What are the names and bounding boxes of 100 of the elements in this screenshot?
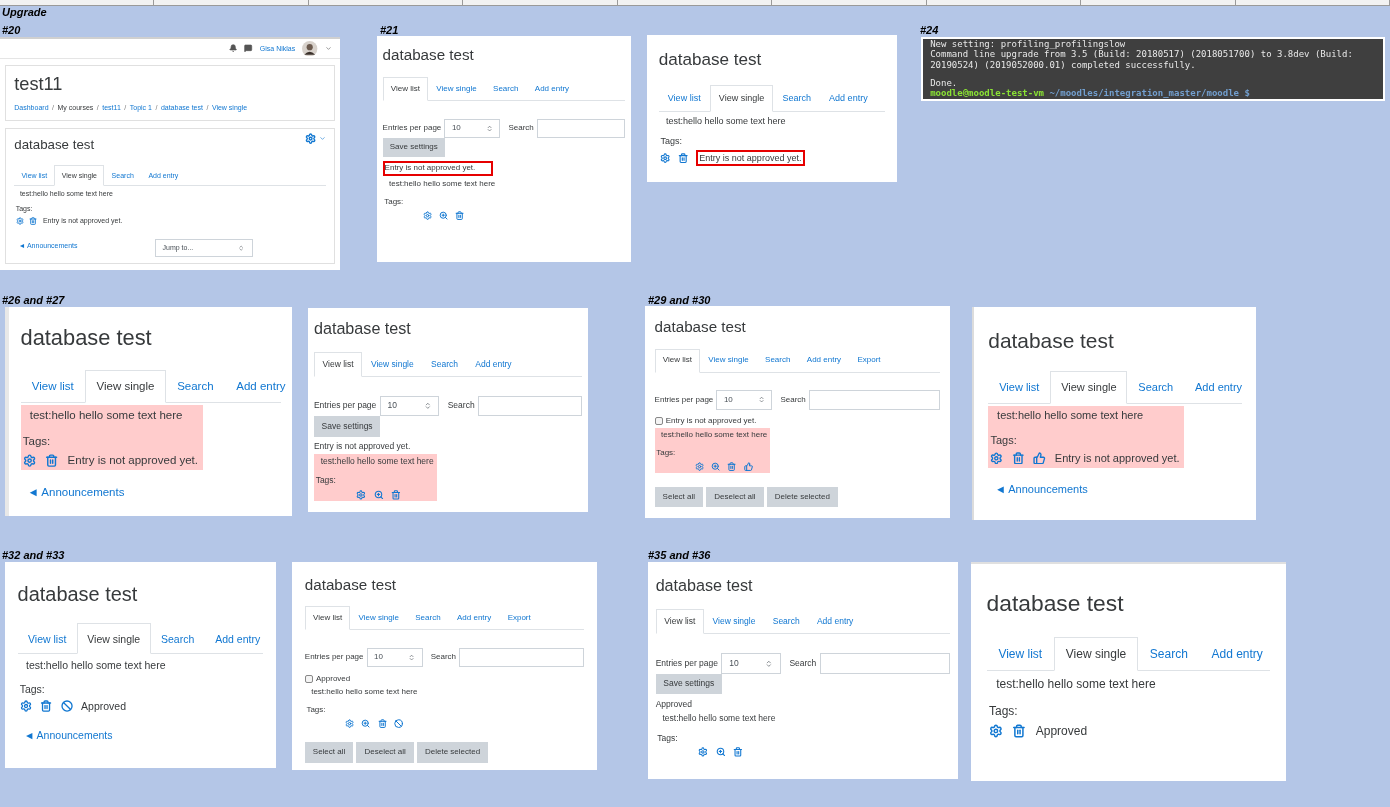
approve-checkbox[interactable] [654, 417, 663, 426]
approve-checkbox[interactable] [304, 674, 313, 683]
bell-icon[interactable] [229, 44, 238, 53]
action-button[interactable]: Deselect all [356, 742, 414, 763]
tab[interactable]: View list [20, 369, 86, 404]
trash-icon[interactable] [1011, 451, 1025, 465]
search-field[interactable] [809, 390, 941, 410]
tab[interactable]: Add entry [466, 351, 521, 378]
action-button[interactable]: Select all [654, 486, 704, 508]
gear-icon[interactable] [422, 211, 432, 221]
tab[interactable]: Add entry [798, 348, 850, 373]
magnifier-icon[interactable] [361, 719, 371, 729]
tab[interactable]: Export [499, 606, 539, 631]
tab[interactable]: View single [700, 348, 757, 373]
gear-icon[interactable] [356, 490, 367, 500]
action-button[interactable]: Select all [304, 742, 354, 763]
tab[interactable]: View single [428, 77, 485, 102]
entries-select[interactable]: 10 [444, 118, 501, 138]
entries-select[interactable]: 10 [379, 395, 440, 417]
search-field[interactable] [819, 653, 951, 674]
entries-select[interactable]: 10 [366, 647, 423, 668]
tab[interactable]: View single [76, 623, 151, 655]
tab[interactable]: View list [988, 371, 1051, 404]
tab[interactable]: Add entry [1199, 636, 1275, 672]
tab[interactable]: View list [304, 606, 351, 631]
gear-icon[interactable] [15, 216, 24, 225]
save-settings-button[interactable]: Save settings [382, 137, 445, 158]
search-field[interactable] [459, 647, 585, 668]
magnifier-icon[interactable] [438, 211, 449, 221]
avatar-icon[interactable] [302, 40, 318, 56]
thumbs-up-icon[interactable] [1033, 451, 1046, 465]
tab[interactable]: View single [1054, 636, 1139, 672]
trash-icon[interactable] [727, 461, 737, 472]
tab[interactable]: Search [407, 606, 449, 631]
trash-icon[interactable] [455, 211, 465, 221]
magnifier-icon[interactable] [373, 490, 384, 500]
tab[interactable]: View single [1050, 371, 1128, 404]
gear-icon[interactable] [694, 461, 704, 472]
tab[interactable]: View single [703, 609, 765, 635]
action-button[interactable]: Delete selected [417, 742, 489, 763]
entries-select[interactable]: 10 [716, 390, 773, 410]
tab[interactable]: View single [362, 351, 423, 378]
announcements-link[interactable]: ◄ Announcements [994, 481, 1088, 497]
tab[interactable]: Search [422, 351, 467, 378]
search-field[interactable] [478, 395, 583, 417]
thumbs-up-icon[interactable] [743, 461, 753, 472]
tab[interactable]: Add entry [808, 609, 862, 635]
search-field[interactable] [537, 118, 626, 138]
trash-icon[interactable] [45, 453, 59, 467]
trash-icon[interactable] [391, 490, 401, 500]
tab[interactable]: Add entry [204, 623, 271, 655]
trash-icon[interactable] [40, 700, 53, 713]
trash-icon[interactable] [1012, 724, 1027, 738]
trash-icon[interactable] [732, 747, 743, 758]
tab[interactable]: Search [756, 348, 799, 373]
tab[interactable]: View single [709, 84, 774, 112]
tab[interactable]: View single [85, 369, 166, 404]
tab[interactable]: View list [986, 636, 1054, 672]
tab[interactable]: View list [382, 77, 429, 102]
gear-icon[interactable] [19, 700, 32, 713]
tab[interactable]: Search [150, 623, 205, 655]
gear-icon[interactable] [344, 719, 354, 729]
tab[interactable]: Search [764, 609, 809, 635]
trash-icon[interactable] [29, 216, 38, 225]
tab[interactable]: View list [313, 351, 363, 378]
save-settings-button[interactable]: Save settings [313, 416, 381, 437]
tab[interactable]: Search [1127, 371, 1185, 404]
tab[interactable]: View single [350, 606, 408, 631]
gear-icon[interactable] [660, 153, 671, 164]
trash-icon[interactable] [377, 719, 387, 729]
announcements-link[interactable]: ◄ Announcements [23, 728, 113, 743]
gear-icon[interactable] [990, 451, 1004, 465]
ban-icon[interactable] [60, 700, 73, 713]
tab[interactable]: Add entry [820, 84, 877, 112]
magnifier-icon[interactable] [715, 747, 726, 758]
tab[interactable]: Add entry [224, 369, 292, 404]
gear-icon[interactable] [698, 747, 708, 758]
tab[interactable]: Add entry [448, 606, 500, 631]
gear-icon[interactable] [22, 453, 36, 467]
tab[interactable]: View list [654, 348, 701, 373]
tab[interactable]: View list [658, 84, 710, 112]
gear-icon[interactable] [989, 724, 1003, 738]
tab[interactable]: Search [484, 77, 527, 102]
tab[interactable]: Add entry [526, 77, 578, 102]
tab[interactable]: Search [773, 84, 820, 112]
ban-icon[interactable] [393, 719, 404, 729]
announcements-link[interactable]: ◄ Announcements [27, 485, 125, 501]
action-button[interactable]: Deselect all [706, 486, 764, 508]
tab[interactable]: Add entry [1184, 371, 1253, 404]
entries-select[interactable]: 10 [721, 653, 781, 674]
action-button[interactable]: Delete selected [766, 486, 838, 508]
tab[interactable]: Search [165, 369, 225, 404]
magnifier-icon[interactable] [710, 461, 721, 472]
caret-icon[interactable] [324, 44, 332, 52]
trash-icon[interactable] [678, 153, 689, 164]
settings-menu-button[interactable] [305, 132, 326, 145]
tab[interactable]: Export [849, 348, 889, 373]
tab[interactable]: View list [17, 623, 77, 655]
tab[interactable]: Search [1138, 636, 1200, 672]
chat-icon[interactable] [244, 44, 253, 53]
